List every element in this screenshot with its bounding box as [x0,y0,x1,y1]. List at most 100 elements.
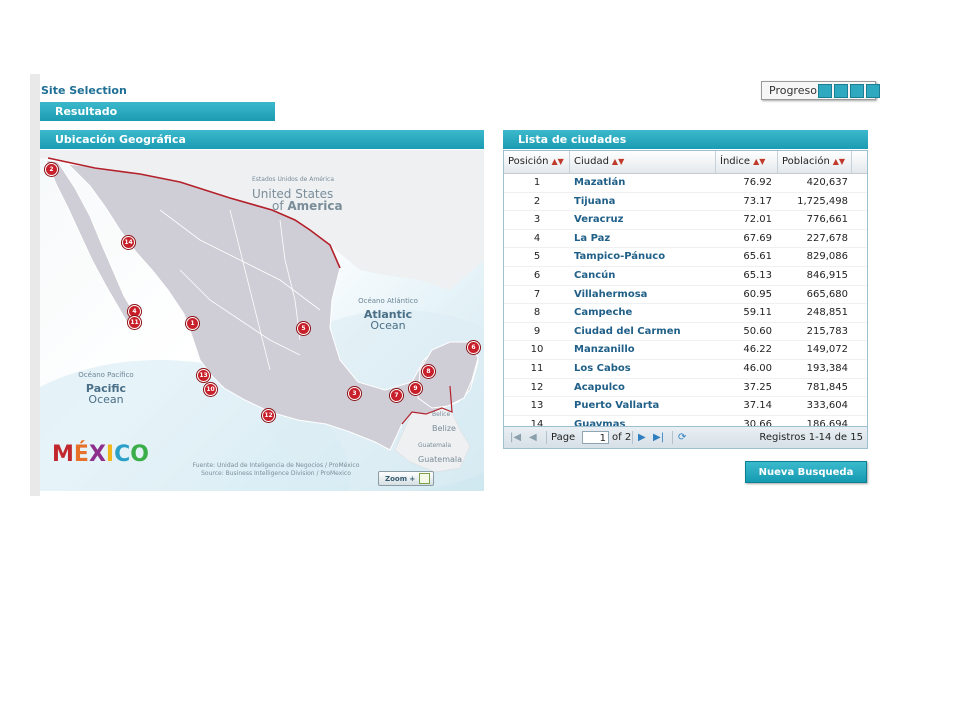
page-title: Site Selection [41,84,127,97]
cell-city: Ciudad del Carmen [574,325,681,337]
cell-position: 9 [533,325,541,337]
cell-position: 4 [533,232,541,244]
column-city[interactable]: Ciudad ▲▼ [570,151,716,173]
label-pacific-ocean: Océano Pacífico Pacific Ocean [78,371,134,406]
table-row[interactable]: 8 Campeche 59.11 248,851 [504,304,867,323]
table-row[interactable]: 6 Cancún 65.13 846,915 [504,267,867,286]
label-guatemala: Guatemala Guatemala [418,442,463,464]
cell-city: La Paz [574,232,611,244]
logo-letter: O [130,442,149,467]
progress-steps [818,84,880,98]
cell-index: 76.92 [743,177,772,188]
cell-index: 46.00 [743,362,772,374]
cell-population: 333,604 [806,400,848,412]
logo-letter: É [73,442,89,467]
cell-position: 11 [530,362,544,374]
map-marker-9[interactable]: 9 [409,382,422,395]
logo-letter: C [114,442,131,467]
progress-step [818,84,832,98]
map-source-note: Fuente: Unidad de Inteligencia de Negoci… [192,462,360,477]
progress-indicator: Progreso [761,81,880,100]
map-marker-10[interactable]: 10 [204,383,217,396]
city-list-header: Lista de ciudades [503,130,868,149]
zoom-button[interactable]: Zoom + [378,471,434,486]
zoom-icon [419,473,430,484]
cell-population: 227,678 [806,232,848,244]
first-page-icon[interactable]: |◀ [510,427,521,448]
map-marker-7[interactable]: 7 [390,389,403,402]
map-marker-1[interactable]: 1 [186,317,199,330]
cell-population: 420,637 [806,177,848,188]
table-row[interactable]: 5 Tampico-Pánuco 65.61 829,086 [504,248,867,267]
cell-position: 8 [533,307,541,319]
result-section-header: Resultado [40,102,275,121]
last-page-icon[interactable]: ▶| [653,427,664,448]
table-row[interactable]: 7 Villahermosa 60.95 665,680 [504,286,867,305]
next-page-icon[interactable]: ▶ [638,427,646,448]
cell-city: Manzanillo [574,344,635,356]
refresh-icon[interactable]: ⟳ [678,427,686,448]
cell-population: 781,845 [806,381,848,393]
cell-position: 10 [530,344,544,356]
map-marker-13[interactable]: 13 [197,369,210,382]
logo-letter: M [52,442,74,467]
mexico-logo: MÉXICO [52,442,149,467]
table-row[interactable]: 4 La Paz 67.69 227,678 [504,230,867,249]
table-row[interactable]: 3 Veracruz 72.01 776,661 [504,211,867,230]
cell-population: 846,915 [806,269,848,281]
page-total: of 2 [612,432,632,443]
cell-position: 1 [533,177,541,188]
cell-position: 7 [533,288,541,300]
cell-index: 65.61 [743,251,772,263]
cell-position: 3 [533,214,541,226]
cell-city: Veracruz [574,214,624,226]
mexico-map[interactable]: Estados Unidos de América United States … [40,150,484,491]
previous-page-icon[interactable]: ◀ [529,427,537,448]
map-marker-2[interactable]: 2 [45,163,58,176]
progress-step [850,84,864,98]
paging-separator [546,431,547,444]
table-row[interactable]: 1 Mazatlán 76.92 420,637 [504,174,867,193]
map-marker-5[interactable]: 5 [297,322,310,335]
sort-arrows-icon: ▲▼ [551,157,564,166]
map-marker-12[interactable]: 12 [262,409,275,422]
cell-city: Villahermosa [574,288,648,300]
cell-position: 13 [530,400,544,412]
column-position[interactable]: Posición ▲▼ [504,151,570,173]
table-row[interactable]: 10 Manzanillo 46.22 149,072 [504,341,867,360]
cell-index: 59.11 [743,307,772,319]
cell-population: 149,072 [806,344,848,356]
cell-index: 72.01 [743,214,772,226]
map-marker-11[interactable]: 11 [128,316,141,329]
map-marker-6[interactable]: 6 [467,341,480,354]
column-population[interactable]: Población ▲▼ [778,151,852,173]
table-row[interactable]: 12 Acapulco 37.25 781,845 [504,379,867,398]
left-edge-strip [30,74,40,496]
cell-index: 37.14 [743,400,772,412]
map-panel-header: Ubicación Geográfica [40,130,484,149]
cell-population: 665,680 [806,288,848,300]
label-united-states: Estados Unidos de América United States … [252,176,343,213]
table-row[interactable]: 11 Los Cabos 46.00 193,384 [504,360,867,379]
cell-index: 50.60 [743,325,772,337]
page-number-input[interactable]: 1 [582,431,609,444]
records-count: Registros 1-14 de 15 [759,432,863,443]
table-row[interactable]: 13 Puerto Vallarta 37.14 333,604 [504,397,867,416]
paging-separator [632,431,633,444]
cell-position: 2 [533,195,541,207]
map-marker-14[interactable]: 14 [122,236,135,249]
column-index[interactable]: Índice ▲▼ [716,151,778,173]
table-row[interactable]: 9 Ciudad del Carmen 50.60 215,783 [504,323,867,342]
cell-index: 73.17 [743,195,772,207]
cell-city: Tampico-Pánuco [574,251,666,263]
new-search-button[interactable]: Nueva Busqueda [745,461,867,483]
city-grid: Posición ▲▼ Ciudad ▲▼ Índice ▲▼ Población ▲▼… [503,150,868,449]
cell-city: Puerto Vallarta [574,400,660,412]
label-atlantic-ocean: Océano Atlántico Atlantic Ocean [358,297,418,332]
cell-index: 37.25 [743,381,772,393]
map-marker-8[interactable]: 8 [422,365,435,378]
map-marker-3[interactable]: 3 [348,387,361,400]
cell-city: Los Cabos [574,362,631,374]
progress-step [866,84,880,98]
table-row[interactable]: 2 Tijuana 73.17 1,725,498 [504,193,867,212]
